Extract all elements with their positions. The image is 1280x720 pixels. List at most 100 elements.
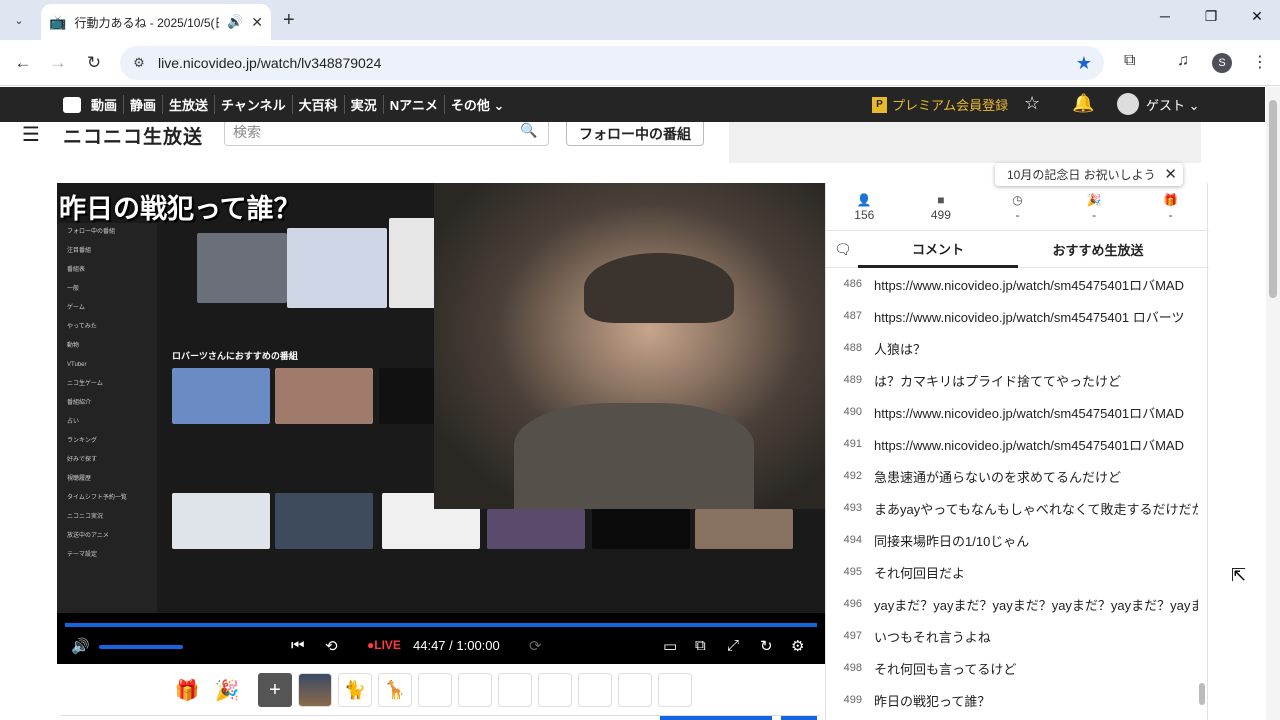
item-slot-empty[interactable] bbox=[618, 673, 652, 707]
close-window-button[interactable]: ✕ bbox=[1234, 8, 1280, 25]
comment-option-button[interactable] bbox=[781, 716, 817, 720]
url-text[interactable]: live.nicovideo.jp/watch/lv348879024 bbox=[158, 55, 381, 71]
stat-party[interactable]: 🎉 - bbox=[1056, 183, 1133, 230]
tab-search-chevron-icon[interactable]: ⌄ bbox=[8, 9, 30, 31]
comment-row[interactable]: 489 は？カマキリはプライド捨ててやったけど bbox=[826, 364, 1198, 396]
video-player[interactable]: フォロー中の番組 注目番組 番組表 一般 ゲーム やってみた 動物 VTuber ニコ生ゲーム番… bbox=[57, 183, 825, 664]
stat-comment[interactable]: ■ 499 bbox=[903, 183, 980, 230]
comment-row[interactable]: 487 https://www.nicovideo.jp/watch/sm4547… bbox=[826, 300, 1198, 332]
comment-toggle-icon[interactable]: ▭ bbox=[663, 637, 677, 655]
speaker-icon[interactable]: 🔊 bbox=[227, 14, 243, 30]
nav-link-douga[interactable]: 動画 bbox=[85, 95, 123, 114]
stream-thumbnail bbox=[275, 493, 373, 549]
bookmark-star-icon[interactable]: ★ bbox=[1076, 53, 1092, 74]
maximize-button[interactable]: ❐ bbox=[1188, 8, 1234, 25]
comment-row[interactable]: 499 昨日の戦犯って誰？ bbox=[826, 684, 1198, 716]
item-slot-figure-icon[interactable]: 🦒 bbox=[378, 673, 412, 707]
following-programs-button[interactable]: フォロー中の番組 bbox=[566, 122, 704, 146]
comment-row[interactable]: 497 いつもそれ言うよね bbox=[826, 620, 1198, 652]
volume-icon[interactable]: 🔊 bbox=[71, 637, 90, 655]
comment-icon: ■ bbox=[937, 193, 945, 207]
comment-scrollbar-thumb[interactable] bbox=[1199, 683, 1205, 705]
cam-shirt bbox=[514, 403, 754, 509]
tooltip-close-icon[interactable]: ✕ bbox=[1164, 165, 1177, 183]
browser-menu-icon[interactable]: ⋮ bbox=[1252, 52, 1268, 72]
nav-link-jikkyo[interactable]: 実況 bbox=[343, 95, 383, 114]
tab-comment[interactable]: コメント bbox=[858, 231, 1018, 268]
item-slot-empty[interactable] bbox=[658, 673, 692, 707]
stat-person[interactable]: 👤 156 bbox=[826, 183, 903, 230]
nav-link-nanime[interactable]: Nアニメ bbox=[382, 95, 444, 114]
theater-mode-icon[interactable]: ⧉ bbox=[695, 637, 706, 654]
comment-row[interactable]: 486 https://www.nicovideo.jp/watch/sm4547… bbox=[826, 268, 1198, 300]
item-slot[interactable] bbox=[298, 673, 332, 707]
reload-icon[interactable]: ↻ bbox=[83, 52, 105, 74]
page-scrollbar-thumb[interactable] bbox=[1269, 100, 1277, 298]
tab-recommended[interactable]: おすすめ生放送 bbox=[1018, 231, 1178, 268]
stat-gift[interactable]: 🎁 - bbox=[1132, 183, 1209, 230]
item-slot-animal-icon[interactable]: 🐈 bbox=[338, 673, 372, 707]
stream-sidebar-item: 番組紹介 bbox=[67, 400, 92, 406]
forward-arrow-icon[interactable]: → bbox=[47, 52, 69, 74]
search-input[interactable]: 検索 bbox=[224, 122, 549, 146]
comment-row[interactable]: 494 同接来場昨日の1/10じゃん bbox=[826, 524, 1198, 556]
gift-icon[interactable]: 🎁 bbox=[170, 673, 204, 707]
item-slot-empty[interactable] bbox=[418, 673, 452, 707]
item-slot-empty[interactable] bbox=[578, 673, 612, 707]
comment-list[interactable]: 486 https://www.nicovideo.jp/watch/sm4547… bbox=[826, 268, 1198, 720]
rewind-10-icon[interactable]: ⟲ bbox=[325, 637, 338, 655]
browser-tab-active[interactable]: 📺 行動力あるね - 2025/10/5(日 🔊 ✕ bbox=[41, 4, 271, 40]
comment-row[interactable]: 495 それ何回目だよ bbox=[826, 556, 1198, 588]
tab-close-icon[interactable]: ✕ bbox=[251, 14, 263, 31]
volume-slider[interactable] bbox=[99, 645, 183, 649]
extensions-icon[interactable]: ⧉ bbox=[1124, 52, 1135, 70]
comment-row[interactable]: 498 それ何回も言ってるけど bbox=[826, 652, 1198, 684]
stat-clock[interactable]: ◷ - bbox=[979, 183, 1056, 230]
fullscreen-icon[interactable]: ⤢ bbox=[727, 637, 739, 654]
stream-sidebar-item: 好みで探す bbox=[67, 457, 98, 463]
nav-link-dic[interactable]: 大百科 bbox=[291, 95, 344, 114]
nav-link-seiga[interactable]: 静画 bbox=[123, 95, 162, 114]
media-control-icon[interactable]: ♫ bbox=[1177, 52, 1189, 70]
item-slot-empty[interactable] bbox=[458, 673, 492, 707]
site-info-icon[interactable]: ⚙ bbox=[128, 55, 150, 71]
bell-icon[interactable]: 🔔 bbox=[1072, 93, 1094, 114]
party-popper-icon[interactable]: 🎉 bbox=[210, 673, 244, 707]
premium-register-link[interactable]: P プレミアム会員登録 bbox=[872, 95, 1008, 114]
hamburger-menu-icon[interactable]: ☰ bbox=[22, 122, 40, 147]
settings-gear-icon[interactable]: ⚙ bbox=[791, 637, 804, 655]
comment-row[interactable]: 492 急患速通が通らないのを求めてるんだけど bbox=[826, 460, 1198, 492]
reload-stream-icon[interactable]: ↻ bbox=[760, 637, 773, 655]
comment-text: いつもそれ言うよね bbox=[874, 629, 991, 645]
skip-back-icon[interactable]: ⏮ bbox=[291, 637, 305, 654]
item-slot-empty[interactable] bbox=[538, 673, 572, 707]
new-tab-button[interactable]: + bbox=[283, 9, 295, 31]
comment-row[interactable]: 493 まあyayやってもなんもしゃべれなくて敗走するだけだから bbox=[826, 492, 1198, 524]
comment-panel-toggle-icon[interactable]: 🗨 bbox=[834, 241, 852, 258]
add-item-button[interactable]: + bbox=[258, 673, 292, 707]
comment-row[interactable]: 491 https://www.nicovideo.jp/watch/sm4547… bbox=[826, 428, 1198, 460]
comment-submit-button[interactable] bbox=[660, 716, 772, 720]
nav-link-nama[interactable]: 生放送 bbox=[162, 95, 214, 114]
comment-row[interactable]: 490 https://www.nicovideo.jp/watch/sm4547… bbox=[826, 396, 1198, 428]
niconico-logo-icon[interactable] bbox=[63, 96, 81, 113]
nav-link-channel[interactable]: チャンネル bbox=[214, 95, 292, 114]
nicolive-logo[interactable]: ニコニコ生放送 bbox=[63, 122, 203, 149]
comment-row[interactable]: 496 yayまだ？yayまだ？yayまだ？yayまだ？yayまだ？yayまだ bbox=[826, 588, 1198, 620]
omnibox[interactable]: ⚙ live.nicovideo.jp/watch/lv348879024 ★ bbox=[120, 46, 1104, 80]
comment-number: 496 bbox=[843, 598, 862, 610]
premium-label: プレミアム会員登録 bbox=[892, 98, 1009, 113]
live-badge[interactable]: ●LIVE bbox=[367, 638, 401, 652]
back-arrow-icon[interactable]: ← bbox=[12, 52, 34, 74]
user-menu[interactable]: ゲスト ⌄ bbox=[1117, 93, 1200, 115]
profile-avatar[interactable]: S bbox=[1212, 53, 1232, 73]
forward-10-icon[interactable]: ⟳ bbox=[529, 637, 542, 655]
nav-link-more[interactable]: その他 ⌄ bbox=[443, 95, 511, 114]
comment-text: それ何回目だよ bbox=[874, 565, 966, 581]
minimize-button[interactable]: ─ bbox=[1142, 8, 1188, 24]
item-slot-empty[interactable] bbox=[498, 673, 532, 707]
star-outline-icon[interactable]: ☆ bbox=[1024, 93, 1040, 114]
comment-row[interactable]: 488 人狼は？ bbox=[826, 332, 1198, 364]
seek-bar[interactable] bbox=[65, 623, 817, 627]
stream-sidebar-item: やってみた bbox=[67, 324, 97, 330]
